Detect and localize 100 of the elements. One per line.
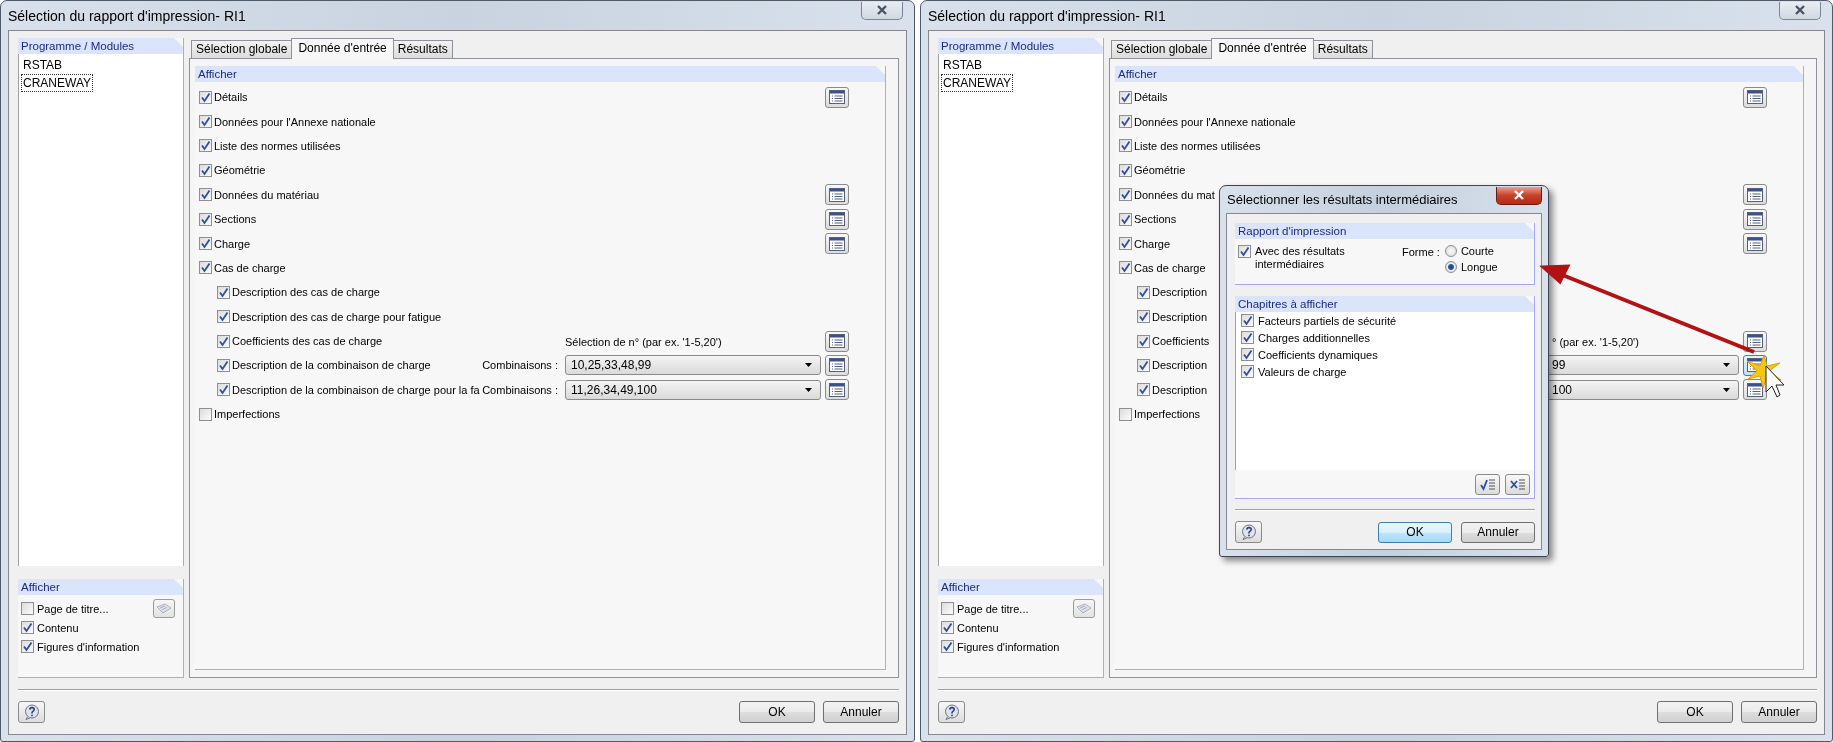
tab[interactable]: Donnée d'entrée <box>1211 38 1314 59</box>
checkbox[interactable] <box>1119 261 1132 275</box>
checkbox[interactable] <box>199 212 212 226</box>
close-button[interactable] <box>861 1 903 20</box>
checkbox[interactable] <box>199 139 212 153</box>
checkbox[interactable] <box>21 602 34 615</box>
list-button[interactable] <box>825 208 849 230</box>
checkbox[interactable] <box>199 90 212 104</box>
checkbox[interactable] <box>1119 188 1132 202</box>
checkbox[interactable] <box>941 640 954 653</box>
checkbox[interactable] <box>1119 407 1132 421</box>
option-label: Charges additionnelles <box>1258 331 1370 344</box>
checkbox[interactable] <box>199 407 212 421</box>
checkbox[interactable] <box>1119 90 1132 104</box>
checkbox[interactable] <box>21 640 34 653</box>
help-button[interactable] <box>18 701 45 723</box>
checkbox[interactable] <box>1137 359 1150 372</box>
dropdown[interactable]: 10,25,33,48,99 <box>565 355 821 376</box>
checkbox[interactable] <box>1137 383 1150 397</box>
checkbox[interactable] <box>199 237 212 251</box>
checkbox[interactable] <box>21 621 34 634</box>
option-label: Description des cas de charge pour fatigue <box>232 310 442 323</box>
checkbox[interactable] <box>941 602 954 615</box>
list-item[interactable]: CRANEWAY <box>21 74 93 92</box>
list-item[interactable]: CRANEWAY <box>941 74 1013 92</box>
hint-text: Sélection de n° (par ex. '1-5,20') <box>565 335 722 349</box>
tab[interactable]: Sélection globale <box>1111 40 1213 58</box>
ok-button[interactable]: OK <box>1378 521 1452 543</box>
option-label: Description de la combinaison de charge <box>232 359 431 372</box>
checkbox[interactable] <box>1241 348 1254 361</box>
select-all-button[interactable] <box>1475 474 1500 495</box>
close-button[interactable] <box>1496 186 1542 205</box>
list-button[interactable] <box>825 330 849 352</box>
ok-button[interactable]: OK <box>1657 701 1733 723</box>
list-button[interactable] <box>1743 233 1767 255</box>
tab[interactable]: Résultats <box>1312 40 1373 58</box>
option-label: Description de la combinaison de charge pour la fa <box>232 383 480 396</box>
cancel-button[interactable]: Annuler <box>823 701 899 723</box>
option-label: Détails <box>214 91 248 104</box>
checkbox[interactable] <box>199 115 212 129</box>
dropdown[interactable]: 11,26,34,49,100 <box>565 379 821 400</box>
radio-button[interactable] <box>1444 245 1457 257</box>
checkbox[interactable] <box>217 359 230 372</box>
list-icon <box>829 236 845 251</box>
help-button[interactable] <box>1235 521 1262 543</box>
checkbox[interactable] <box>217 383 230 397</box>
list-button[interactable] <box>1743 330 1767 352</box>
close-button[interactable] <box>1779 1 1821 20</box>
option-label: Courte <box>1460 245 1494 257</box>
checkbox[interactable] <box>217 310 230 324</box>
tab[interactable]: Donnée d'entrée <box>291 38 394 59</box>
checkbox[interactable] <box>217 285 230 299</box>
field-label: Combinaisons : <box>482 383 558 396</box>
checkbox[interactable] <box>1119 163 1132 177</box>
caret-icon <box>805 387 812 392</box>
checkbox[interactable] <box>1137 310 1150 324</box>
checkbox[interactable] <box>217 334 230 348</box>
option-label: Figures d'information <box>37 640 140 653</box>
option-label: Figures d'information <box>957 640 1060 653</box>
list-item[interactable]: RSTAB <box>941 56 985 74</box>
checkbox[interactable] <box>199 163 212 177</box>
list-button[interactable] <box>1743 86 1767 108</box>
tab[interactable]: Sélection globale <box>191 40 293 58</box>
checkbox[interactable] <box>1241 365 1254 378</box>
list-icon <box>1747 90 1763 105</box>
checkbox[interactable] <box>1119 115 1132 129</box>
list-icon <box>829 187 845 202</box>
checkbox[interactable] <box>1241 314 1254 327</box>
checkbox[interactable] <box>1119 139 1132 153</box>
cancel-button[interactable]: Annuler <box>1741 701 1817 723</box>
checkbox[interactable] <box>1137 285 1150 299</box>
tab[interactable]: Résultats <box>392 40 453 58</box>
list-button[interactable] <box>1743 184 1767 206</box>
checkbox[interactable] <box>1238 245 1251 258</box>
cancel-button[interactable]: Annuler <box>1461 521 1535 543</box>
option-label: Liste des normes utilisées <box>214 139 341 152</box>
checkbox[interactable] <box>199 188 212 202</box>
checkbox[interactable] <box>941 621 954 634</box>
list-button[interactable] <box>1743 208 1767 230</box>
section-header: Afficher <box>195 66 885 82</box>
list-icon <box>1747 334 1763 349</box>
checkbox[interactable] <box>1137 334 1150 348</box>
ok-button[interactable]: OK <box>739 701 815 723</box>
checkbox[interactable] <box>1119 237 1132 251</box>
list-button[interactable] <box>825 233 849 255</box>
option-label: Coefficients <box>1152 335 1210 348</box>
list-item[interactable]: RSTAB <box>21 56 65 74</box>
caret-icon <box>1723 387 1730 392</box>
deselect-all-button[interactable] <box>1505 474 1530 495</box>
list-button[interactable] <box>825 379 849 401</box>
list-icon <box>829 358 845 373</box>
checkbox[interactable] <box>199 261 212 275</box>
help-button[interactable] <box>938 701 965 723</box>
radio-button[interactable] <box>1444 261 1457 273</box>
list-button[interactable] <box>825 355 849 376</box>
checkbox[interactable] <box>1119 212 1132 226</box>
list-button[interactable] <box>825 184 849 206</box>
checkbox[interactable] <box>1241 331 1254 344</box>
list-icon <box>829 382 845 397</box>
list-button[interactable] <box>825 86 849 108</box>
